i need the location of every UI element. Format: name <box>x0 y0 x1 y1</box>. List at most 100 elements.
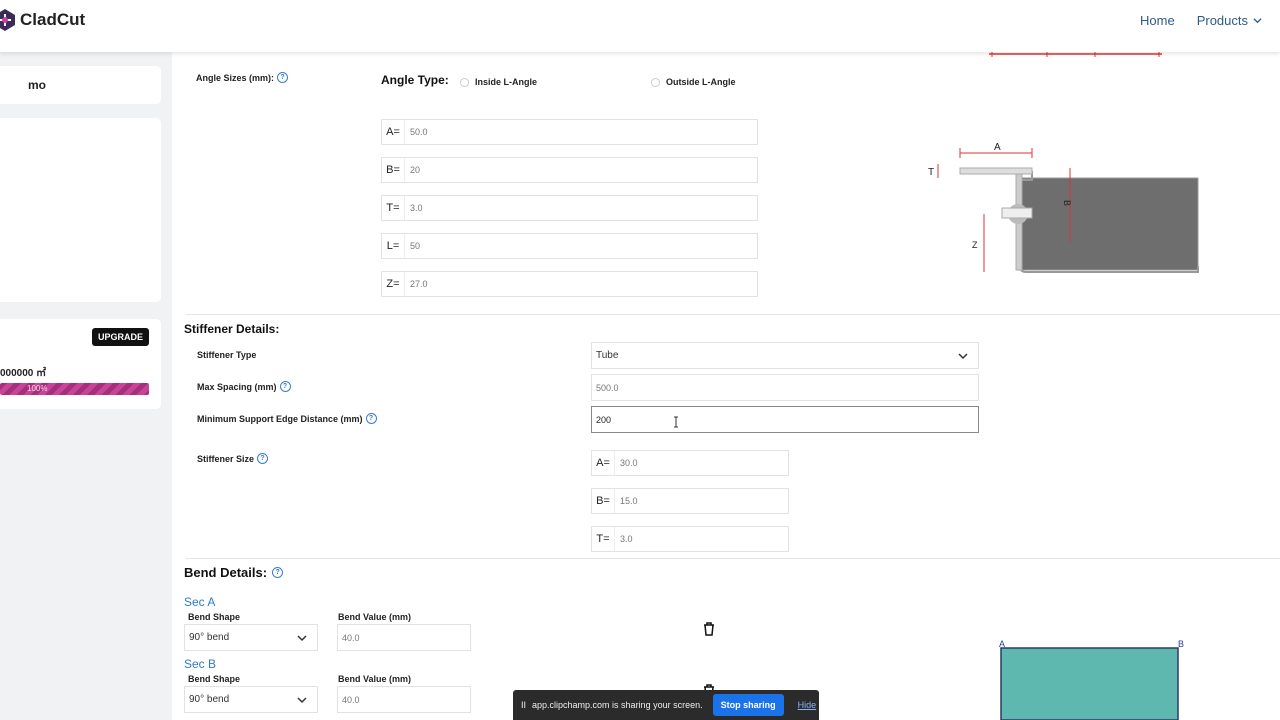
sidebar: mo UPGRADE 000000 ㎡ 100% <box>0 52 172 720</box>
top-navbar: CladCut Home Products <box>0 0 1280 52</box>
chevron-down-icon <box>297 696 307 703</box>
stiffener-type-label: Stiffener Type <box>197 350 257 360</box>
share-message: app.clipchamp.com is sharing your screen… <box>532 700 703 710</box>
field-label: T= <box>592 527 614 551</box>
angle-diagram: A T B Z <box>928 142 1199 273</box>
sec-a-bend-value-field <box>337 624 471 651</box>
diagram-label-a: A <box>994 142 1001 153</box>
section-divider <box>186 558 1280 559</box>
sec-b-bend-shape-select[interactable]: 90° bend <box>184 686 318 713</box>
min-edge-distance-label: Minimum Support Edge Distance (mm) ? <box>197 413 377 424</box>
stiffener-type-select[interactable]: Tube <box>591 342 979 369</box>
sec-a-bend-shape-value: 90° bend <box>189 632 230 643</box>
radio-circle-icon <box>460 77 469 87</box>
field-label: A= <box>592 451 614 475</box>
help-icon[interactable]: ? <box>272 567 284 578</box>
angle-a-input[interactable] <box>404 120 757 144</box>
angle-sizes-label: Angle Sizes (mm): ? <box>196 72 289 83</box>
usage-progress-label: 100% <box>27 384 48 393</box>
logo[interactable]: CladCut <box>0 8 85 32</box>
min-edge-distance-text: Minimum Support Edge Distance (mm) <box>197 413 363 424</box>
chevron-down-icon <box>958 352 968 359</box>
max-spacing-field <box>591 374 979 401</box>
main-content: Angle Sizes (mm): ? Angle Type: Inside L… <box>172 51 1280 720</box>
angle-field-b: B= <box>381 157 758 183</box>
angle-type-label: Angle Type: <box>381 73 449 87</box>
angle-field-t: T= <box>381 195 758 221</box>
diagram-label-t: T <box>928 167 934 178</box>
plan-card: UPGRADE 000000 ㎡ 100% <box>0 319 161 409</box>
stiffener-b-input[interactable] <box>614 489 788 513</box>
stiffener-size-text: Stiffener Size <box>197 453 255 464</box>
stiffener-type-value: Tube <box>596 350 619 361</box>
sec-b-bend-value-field <box>337 686 471 713</box>
delete-trash-icon[interactable] <box>701 621 717 637</box>
field-label: Z= <box>382 272 404 296</box>
main-nav: Home Products <box>1140 13 1262 28</box>
stiffener-size-a: A= <box>591 450 789 476</box>
angle-field-l: L= <box>381 233 758 259</box>
bend-shape-label: Bend Shape <box>188 674 241 684</box>
sidebar-panel <box>0 118 161 302</box>
max-spacing-input[interactable] <box>596 382 978 393</box>
nav-products-menu[interactable]: Products <box>1197 13 1262 28</box>
area-usage-text: 000000 ㎡ <box>0 368 47 379</box>
nav-home-link[interactable]: Home <box>1140 13 1175 28</box>
cladcut-logo-icon <box>0 9 15 31</box>
max-spacing-label: Max Spacing (mm) ? <box>197 381 291 392</box>
sec-b-bend-value-input[interactable] <box>342 694 470 705</box>
angle-sizes-text: Angle Sizes (mm): <box>196 72 275 83</box>
help-icon[interactable]: ? <box>257 453 269 464</box>
diagram-label-b: B <box>1062 200 1072 206</box>
stiffener-size-b: B= <box>591 488 789 514</box>
usage-progress-bar: 100% <box>0 383 149 395</box>
pause-icon: II <box>521 700 527 710</box>
radio-inside-l-angle[interactable]: Inside L-Angle <box>460 77 537 87</box>
sec-a-bend-value-input[interactable] <box>342 632 470 643</box>
bend-label-a: A <box>999 639 1005 649</box>
hide-button[interactable]: Hide <box>798 700 817 710</box>
field-label: T= <box>382 196 404 220</box>
help-icon[interactable]: ? <box>277 72 289 83</box>
chevron-down-icon <box>1253 18 1262 24</box>
min-edge-distance-field <box>591 406 979 433</box>
bend-value-label: Bend Value (mm) <box>338 674 412 684</box>
help-icon[interactable]: ? <box>365 413 377 424</box>
bend-details-title: Bend Details: ? <box>184 565 284 580</box>
stiffener-details-title: Stiffener Details: <box>184 322 280 336</box>
user-name: mo <box>28 78 46 92</box>
upgrade-button[interactable]: UPGRADE <box>91 328 149 346</box>
sec-b-bend-shape-value: 90° bend <box>189 694 230 705</box>
app-name: CladCut <box>20 10 86 29</box>
nav-products-label: Products <box>1196 13 1248 28</box>
bend-shape-label: Bend Shape <box>188 612 241 622</box>
stiffener-t-input[interactable] <box>614 527 788 551</box>
radio-outside-l-angle[interactable]: Outside L-Angle <box>651 77 736 87</box>
sec-a-bend-shape-select[interactable]: 90° bend <box>184 624 318 651</box>
field-label: L= <box>382 234 404 258</box>
text-cursor-icon <box>674 416 678 428</box>
sec-b-title: Sec B <box>184 657 217 671</box>
angle-z-input[interactable] <box>404 272 757 296</box>
screen-share-bar: II app.clipchamp.com is sharing your scr… <box>513 690 819 720</box>
bend-details-text: Bend Details: <box>184 565 268 580</box>
help-icon[interactable]: ? <box>279 381 291 392</box>
min-edge-distance-input[interactable] <box>596 414 978 425</box>
angle-b-input[interactable] <box>404 158 757 182</box>
radio-outside-label: Outside L-Angle <box>666 77 736 87</box>
stiffener-size-t: T= <box>591 526 789 552</box>
field-label: B= <box>592 489 614 513</box>
angle-l-input[interactable] <box>404 234 757 258</box>
angle-t-input[interactable] <box>404 196 757 220</box>
stop-sharing-button[interactable]: Stop sharing <box>712 694 784 716</box>
max-spacing-text: Max Spacing (mm) <box>197 381 277 392</box>
chevron-down-icon <box>297 634 307 641</box>
field-label: B= <box>382 158 404 182</box>
bend-diagram: A B <box>999 639 1184 720</box>
radio-inside-label: Inside L-Angle <box>475 77 538 87</box>
user-card[interactable]: mo <box>0 66 161 104</box>
bend-value-label: Bend Value (mm) <box>338 612 412 622</box>
stiffener-a-input[interactable] <box>614 451 788 475</box>
angle-field-z: Z= <box>381 271 758 297</box>
diagram-label-z: Z <box>972 240 978 250</box>
